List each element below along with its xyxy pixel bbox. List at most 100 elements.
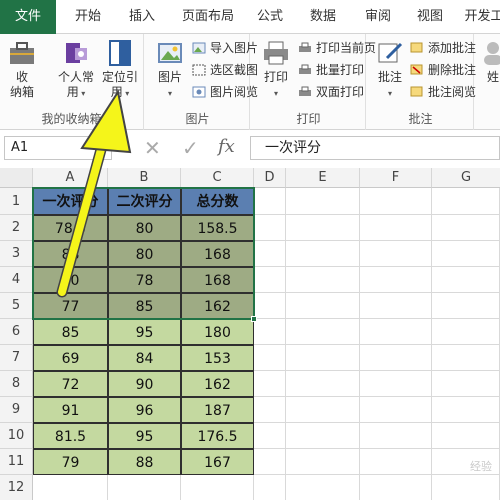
- empty-cell[interactable]: [432, 475, 500, 500]
- table-cell[interactable]: 168: [181, 267, 254, 293]
- empty-cell[interactable]: [286, 423, 360, 449]
- empty-cell[interactable]: [254, 345, 286, 371]
- name-box[interactable]: A1: [4, 136, 112, 160]
- row-header-12[interactable]: 12: [0, 475, 33, 500]
- empty-cell[interactable]: [254, 293, 286, 319]
- row-header-8[interactable]: 8: [0, 371, 33, 397]
- table-cell[interactable]: 80: [108, 215, 181, 241]
- empty-cell[interactable]: [286, 319, 360, 345]
- empty-cell[interactable]: [254, 319, 286, 345]
- tab-file[interactable]: 文件: [0, 0, 56, 34]
- tab-page-layout[interactable]: 页面布局: [176, 0, 240, 34]
- column-header-g[interactable]: G: [432, 168, 500, 188]
- print-current-page-button[interactable]: 打印当前页: [298, 38, 376, 58]
- row-header-9[interactable]: 9: [0, 397, 33, 423]
- empty-cell[interactable]: [360, 241, 432, 267]
- column-header-e[interactable]: E: [286, 168, 360, 188]
- personal-button[interactable]: 个人常 用 ▾: [54, 38, 98, 101]
- row-header-2[interactable]: 2: [0, 215, 33, 241]
- table-cell[interactable]: 85: [108, 293, 181, 319]
- locate-button[interactable]: 定位引 用 ▾: [98, 38, 142, 101]
- empty-cell[interactable]: [286, 188, 360, 215]
- row-header-4[interactable]: 4: [0, 267, 33, 293]
- empty-cell[interactable]: [286, 449, 360, 475]
- empty-cell[interactable]: [254, 397, 286, 423]
- tab-formulas[interactable]: 公式: [248, 0, 292, 34]
- select-all-corner[interactable]: [0, 168, 33, 188]
- table-cell[interactable]: 168: [181, 241, 254, 267]
- table-cell[interactable]: 91: [33, 397, 108, 423]
- empty-cell[interactable]: [254, 188, 286, 215]
- comment-preview-button[interactable]: 批注阅览: [410, 82, 476, 102]
- row-header-6[interactable]: 6: [0, 319, 33, 345]
- empty-cell[interactable]: [286, 215, 360, 241]
- table-cell[interactable]: 79: [33, 449, 108, 475]
- table-cell[interactable]: 84: [108, 345, 181, 371]
- empty-cell[interactable]: [286, 345, 360, 371]
- empty-cell[interactable]: [254, 423, 286, 449]
- table-cell[interactable]: 153: [181, 345, 254, 371]
- empty-cell[interactable]: [360, 293, 432, 319]
- empty-cell[interactable]: [432, 423, 500, 449]
- column-header-f[interactable]: F: [360, 168, 432, 188]
- function-icon[interactable]: fx: [218, 136, 235, 157]
- row-header-1[interactable]: 1: [0, 188, 33, 215]
- import-picture-button[interactable]: 导入图片: [192, 38, 258, 58]
- table-cell[interactable]: 158.5: [181, 215, 254, 241]
- batch-print-button[interactable]: 批量打印: [298, 60, 364, 80]
- picture-preview-button[interactable]: 图片阅览: [192, 82, 258, 102]
- table-cell[interactable]: 72: [33, 371, 108, 397]
- empty-cell[interactable]: [254, 215, 286, 241]
- empty-cell[interactable]: [108, 475, 181, 500]
- empty-cell[interactable]: [254, 449, 286, 475]
- add-comment-button[interactable]: 添加批注: [410, 38, 476, 58]
- table-cell[interactable]: 95: [108, 423, 181, 449]
- delete-comment-button[interactable]: 删除批注: [410, 60, 476, 80]
- empty-cell[interactable]: [286, 371, 360, 397]
- empty-cell[interactable]: [286, 475, 360, 500]
- table-cell[interactable]: 88: [33, 241, 108, 267]
- empty-cell[interactable]: [360, 449, 432, 475]
- row-header-7[interactable]: 7: [0, 345, 33, 371]
- table-cell[interactable]: 85: [33, 319, 108, 345]
- table-header-cell[interactable]: 一次评分: [33, 188, 108, 215]
- empty-cell[interactable]: [33, 475, 108, 500]
- empty-cell[interactable]: [360, 215, 432, 241]
- table-header-cell[interactable]: 总分数: [181, 188, 254, 215]
- table-cell[interactable]: 81.5: [33, 423, 108, 449]
- tab-view[interactable]: 视图: [408, 0, 452, 34]
- empty-cell[interactable]: [254, 371, 286, 397]
- empty-cell[interactable]: [360, 345, 432, 371]
- formula-input[interactable]: 一次评分: [250, 136, 500, 160]
- duplex-print-button[interactable]: 双面打印: [298, 82, 364, 102]
- name-button[interactable]: 姓: [478, 38, 500, 85]
- table-cell[interactable]: 69: [33, 345, 108, 371]
- row-header-11[interactable]: 11: [0, 449, 33, 475]
- row-header-3[interactable]: 3: [0, 241, 33, 267]
- tab-review[interactable]: 审阅: [356, 0, 400, 34]
- table-cell[interactable]: 78.5: [33, 215, 108, 241]
- table-cell[interactable]: 180: [181, 319, 254, 345]
- table-cell[interactable]: 176.5: [181, 423, 254, 449]
- empty-cell[interactable]: [432, 293, 500, 319]
- column-header-a[interactable]: A: [33, 168, 108, 188]
- table-cell[interactable]: 77: [33, 293, 108, 319]
- empty-cell[interactable]: [432, 188, 500, 215]
- empty-cell[interactable]: [360, 423, 432, 449]
- empty-cell[interactable]: [254, 241, 286, 267]
- empty-cell[interactable]: [254, 475, 286, 500]
- empty-cell[interactable]: [432, 345, 500, 371]
- table-cell[interactable]: 80: [108, 241, 181, 267]
- table-cell[interactable]: 95: [108, 319, 181, 345]
- empty-cell[interactable]: [360, 371, 432, 397]
- column-header-c[interactable]: C: [181, 168, 254, 188]
- table-cell[interactable]: 90: [108, 371, 181, 397]
- empty-cell[interactable]: [432, 319, 500, 345]
- table-cell[interactable]: 187: [181, 397, 254, 423]
- column-header-d[interactable]: D: [254, 168, 286, 188]
- table-cell[interactable]: 78: [108, 267, 181, 293]
- table-cell[interactable]: 96: [108, 397, 181, 423]
- row-header-5[interactable]: 5: [0, 293, 33, 319]
- empty-cell[interactable]: [432, 397, 500, 423]
- empty-cell[interactable]: [360, 267, 432, 293]
